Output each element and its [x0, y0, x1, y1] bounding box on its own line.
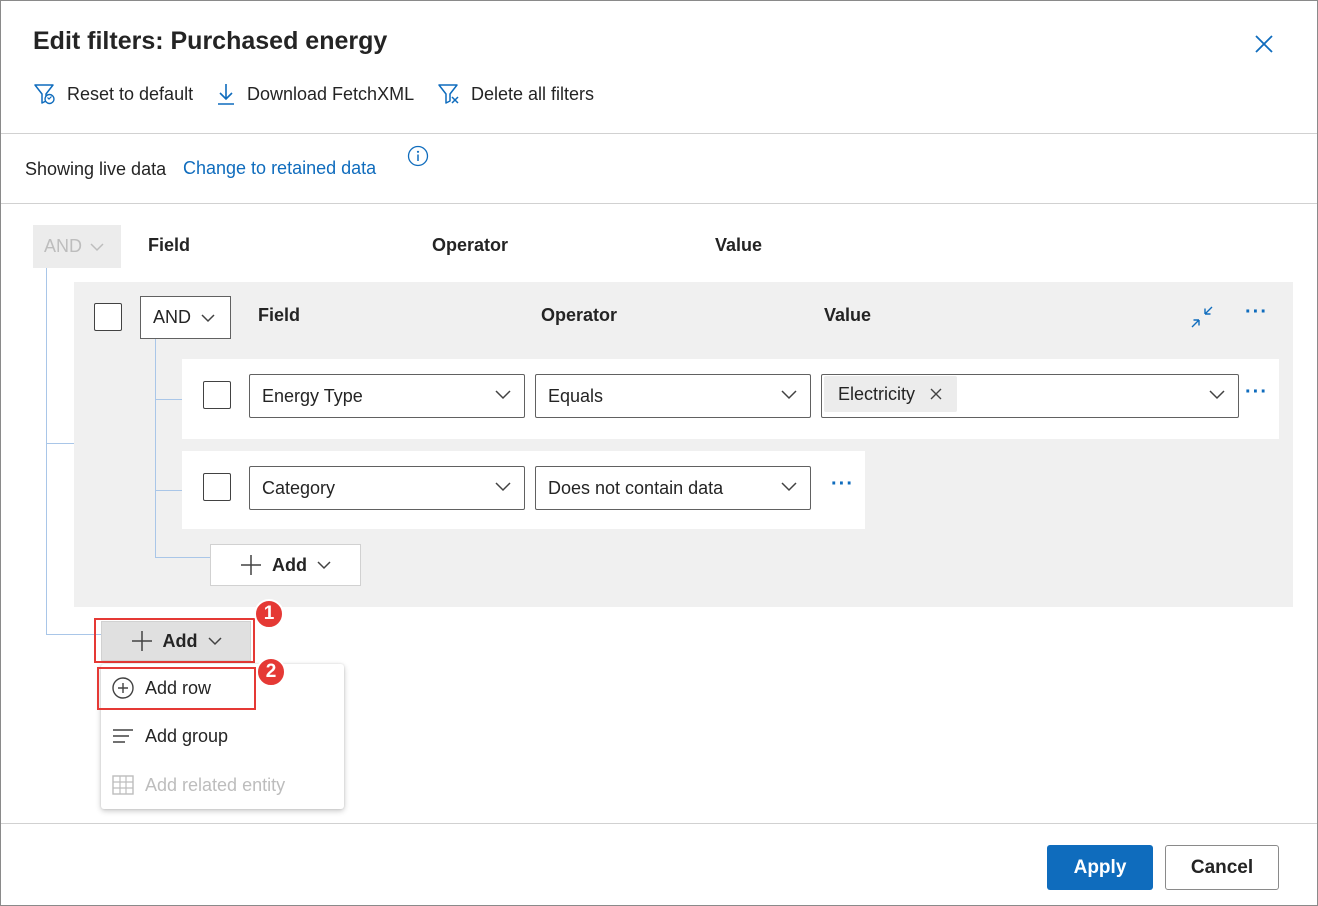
- chevron-down-icon: [495, 482, 511, 492]
- live-data-status: Showing live data: [25, 159, 167, 179]
- download-icon: [218, 84, 234, 105]
- operator-value: Does not contain data: [548, 477, 724, 498]
- delete-all-filters-button[interactable]: Delete all filters: [437, 79, 594, 109]
- tree-line: [46, 634, 101, 635]
- change-to-retained-link[interactable]: Change to retained data: [183, 158, 376, 179]
- tree-line: [46, 268, 47, 635]
- chevron-down-icon: [317, 561, 331, 570]
- group-add-label: Add: [272, 554, 307, 575]
- reset-label: Reset to default: [67, 83, 194, 104]
- operator-select[interactable]: Does not contain data: [535, 466, 811, 510]
- divider: [1, 823, 1317, 824]
- info-icon[interactable]: [407, 145, 429, 167]
- chevron-down-icon: [781, 482, 797, 492]
- field-value: Category: [262, 477, 336, 498]
- menu-item-add-related-entity: Add related entity: [101, 763, 344, 807]
- remove-tag-icon[interactable]: [929, 387, 943, 401]
- outer-operator-header: Operator: [432, 235, 509, 255]
- group-add-button[interactable]: Add: [210, 544, 361, 586]
- collapse-button[interactable]: [1189, 304, 1215, 330]
- group-and-select[interactable]: AND: [140, 296, 231, 339]
- related-entity-icon: [112, 775, 134, 795]
- apply-button[interactable]: Apply: [1047, 845, 1153, 890]
- group-field-header: Field: [258, 305, 301, 325]
- callout-badge: 1: [254, 599, 284, 629]
- menu-item-label: Add group: [145, 725, 229, 746]
- tree-line: [155, 339, 156, 558]
- delete-label: Delete all filters: [471, 83, 595, 104]
- collapse-icon: [1191, 306, 1213, 328]
- menu-item-add-group[interactable]: Add group: [101, 714, 344, 758]
- chevron-down-icon: [781, 390, 797, 400]
- close-icon: [1255, 35, 1273, 53]
- group-lines-icon: [113, 729, 133, 743]
- tree-line: [155, 490, 182, 491]
- group-more-button[interactable]: ···: [1245, 301, 1268, 324]
- close-button[interactable]: [1251, 31, 1277, 57]
- row-more-button[interactable]: ···: [1245, 381, 1268, 404]
- callout-highlight: [94, 618, 255, 663]
- field-select[interactable]: Energy Type: [249, 374, 525, 418]
- group-value-header: Value: [824, 305, 872, 325]
- chevron-down-icon: [201, 313, 215, 322]
- chevron-down-icon: [1209, 390, 1225, 400]
- group-checkbox[interactable]: [94, 303, 122, 331]
- cancel-button[interactable]: Cancel: [1165, 845, 1279, 890]
- group-operator-header: Operator: [541, 305, 618, 325]
- outer-and-select: AND: [33, 225, 121, 268]
- field-value: Energy Type: [262, 385, 363, 406]
- divider: [1, 133, 1317, 134]
- value-tag-label: Electricity: [838, 383, 916, 404]
- reset-to-default-button[interactable]: Reset to default: [33, 79, 193, 109]
- row-checkbox[interactable]: [203, 473, 231, 501]
- row-checkbox[interactable]: [203, 381, 231, 409]
- outer-value-header: Value: [715, 235, 763, 255]
- callout-highlight: [97, 667, 256, 710]
- edit-filters-dialog: Edit filters: Purchased energy Reset to …: [0, 0, 1318, 906]
- value-tag: Electricity: [824, 376, 958, 412]
- tree-line: [155, 399, 182, 400]
- divider: [1, 203, 1317, 204]
- outer-and-label: AND: [44, 236, 83, 256]
- row-more-button[interactable]: ···: [831, 473, 854, 496]
- filter-delete-icon: [438, 84, 459, 104]
- download-fetchxml-button[interactable]: Download FetchXML: [215, 79, 414, 109]
- dialog-title: Edit filters: Purchased energy: [33, 27, 388, 55]
- operator-select[interactable]: Equals: [535, 374, 811, 418]
- filter-reset-icon: [34, 84, 55, 105]
- group-and-label: AND: [153, 307, 192, 327]
- chevron-down-icon: [495, 390, 511, 400]
- operator-value: Equals: [548, 385, 604, 406]
- callout-badge: 2: [256, 657, 286, 687]
- field-select[interactable]: Category: [249, 466, 525, 510]
- plus-icon: [241, 555, 261, 575]
- outer-field-header: Field: [148, 235, 191, 255]
- chevron-down-icon: [90, 242, 104, 251]
- download-label: Download FetchXML: [247, 83, 415, 104]
- tree-line: [155, 557, 210, 558]
- tree-line: [46, 443, 74, 444]
- menu-item-label: Add related entity: [145, 774, 286, 795]
